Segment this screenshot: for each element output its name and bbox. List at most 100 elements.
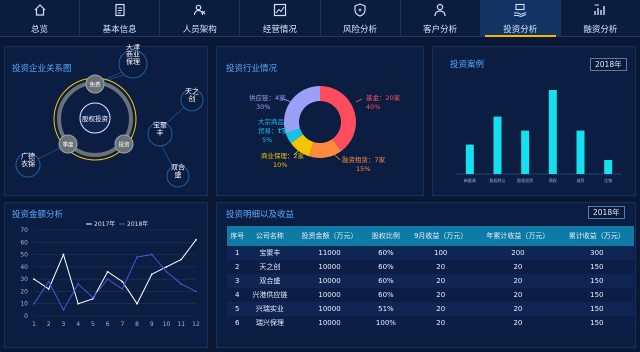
table-cell: 双合盛	[247, 274, 293, 288]
table-cell: 10000	[292, 302, 367, 316]
line-x-tick: 2	[47, 321, 51, 328]
table-cell: 10000	[292, 316, 367, 330]
table-row[interactable]: 4 兴港供应链 10000 60% 20 20 150	[227, 288, 634, 302]
pie-label: 10%	[273, 161, 287, 169]
line-point	[150, 253, 153, 256]
table-cell: 20	[405, 316, 477, 330]
inner-node-left-label: 季度	[62, 141, 74, 149]
nav-tab-label: 基本信息	[102, 25, 137, 35]
line-series[interactable]	[33, 254, 197, 311]
line-x-tick: 11	[177, 321, 185, 328]
bar[interactable]	[604, 160, 613, 174]
detail-year-select[interactable]: 2018年	[588, 206, 625, 219]
pie-label: 30%	[256, 103, 270, 111]
line-point	[62, 308, 65, 311]
table-cell: 兴瑞实业	[247, 302, 293, 316]
line-point	[121, 288, 124, 290]
investment-detail-table: 序号 公司名称 投资金额（万元） 股权比例 9月收益（万元） 年累计收益（万元） 累计收益（…	[227, 226, 634, 330]
table-cell: 20	[476, 302, 560, 316]
inner-node-right[interactable]: 投资	[114, 134, 134, 154]
line-series[interactable]	[33, 239, 197, 305]
line-x-tick: 4	[76, 321, 80, 328]
pie-label: 贸易：1家	[258, 126, 289, 135]
table-cell: 瑞兴保理	[247, 316, 293, 330]
person-icon	[434, 3, 446, 17]
table-cell: 兴港供应链	[247, 288, 293, 302]
bar[interactable]	[548, 90, 557, 174]
nav-tab-label: 人员架构	[182, 25, 217, 35]
column-header: 年累计收益（万元）	[476, 226, 560, 246]
user-group-icon	[193, 4, 206, 16]
line-point	[180, 283, 183, 285]
table-cell: 60%	[366, 260, 406, 274]
line-y-tick: 50	[20, 252, 28, 259]
pie-label: 基金：20家	[366, 93, 401, 102]
table-cell: 宝聚丰	[247, 246, 293, 260]
outer-node-guangde-label: 广德衣锦	[21, 152, 35, 169]
pie-label: 大宗商品	[258, 117, 284, 126]
home-icon	[34, 4, 45, 16]
nav-tab-5[interactable]: 风险分析	[319, 0, 400, 36]
table-cell: 1	[227, 246, 248, 260]
nav-tab-7[interactable]: 投资分析	[479, 0, 560, 37]
line-x-tick: 12	[192, 321, 200, 328]
nav-tab-label: 客户分析	[423, 25, 458, 35]
center-node-label: 股权投资	[82, 114, 109, 123]
line-point	[165, 270, 168, 273]
table-row[interactable]: 5 兴瑞实业 10000 51% 20 20 150	[227, 302, 634, 316]
line-y-tick: 40	[20, 264, 28, 271]
line-x-tick: 8	[135, 321, 139, 328]
nav-tab-3[interactable]: 人员架构	[159, 0, 239, 36]
bar[interactable]	[521, 130, 530, 174]
shield-icon	[354, 3, 366, 17]
table-cell: 150	[559, 316, 634, 330]
table-row[interactable]: 2 天之创 10000 60% 20 20 150	[227, 260, 634, 274]
line-y-tick: 60	[20, 239, 28, 246]
inner-node-right-label: 投资	[118, 141, 130, 149]
line-x-tick: 6	[106, 321, 110, 328]
line-point	[136, 302, 138, 305]
column-header: 公司名称	[247, 226, 293, 246]
table-cell: 2	[227, 260, 248, 274]
line-point	[47, 280, 50, 283]
nav-tab-6[interactable]: 客户分析	[399, 0, 480, 36]
pie-slice[interactable]	[320, 86, 356, 152]
table-cell: 天之创	[247, 260, 293, 274]
inner-node-top-label: 免费	[89, 81, 101, 89]
bar-category-label: 减资	[577, 177, 585, 183]
pie-label: 商业保理：2家	[261, 151, 305, 160]
table-row[interactable]: 3 双合盛 10000 60% 20 20 150	[227, 274, 634, 288]
table-cell: 100	[405, 246, 477, 260]
table-cell: 10000	[292, 274, 367, 288]
table-cell: 20	[476, 260, 560, 274]
pie-slice[interactable]	[284, 86, 320, 134]
nav-tab-label: 总览	[31, 25, 49, 35]
inner-node-top[interactable]: 免费	[85, 74, 105, 94]
bar[interactable]	[493, 116, 502, 174]
line-point	[47, 288, 50, 290]
nav-tab-label: 融资分析	[583, 25, 618, 35]
table-cell: 150	[559, 274, 634, 288]
line-point	[106, 278, 109, 281]
nav-tab-4[interactable]: 经营情况	[239, 0, 319, 36]
nav-tab-1[interactable]: 总览	[0, 0, 79, 36]
line-x-tick: 9	[150, 321, 154, 328]
table-cell: 3	[227, 274, 248, 288]
nav-tab-8[interactable]: 融资分析	[559, 0, 640, 36]
nav-tab-2[interactable]: 基本信息	[79, 0, 159, 36]
table-cell: 60%	[366, 246, 406, 260]
line-x-tick: 7	[120, 321, 124, 328]
bar[interactable]	[465, 144, 474, 174]
column-header: 9月收益（万元）	[405, 226, 477, 246]
pie-label: 供应链：4家	[249, 93, 286, 102]
pie-label: 40%	[366, 103, 380, 111]
table-row[interactable]: 6 瑞兴保理 10000 100% 20 20 150	[227, 316, 634, 330]
line-y-tick: 30	[20, 276, 28, 283]
pie-label: 融资租赁：7家	[342, 155, 386, 164]
bar[interactable]	[576, 130, 585, 174]
pie-leader-line	[355, 98, 363, 103]
inner-node-left[interactable]: 季度	[58, 134, 78, 154]
table-row[interactable]: 1 宝聚丰 11000 60% 100 200 300	[227, 246, 634, 260]
line-point	[77, 283, 80, 285]
table-cell: 100%	[366, 316, 406, 330]
